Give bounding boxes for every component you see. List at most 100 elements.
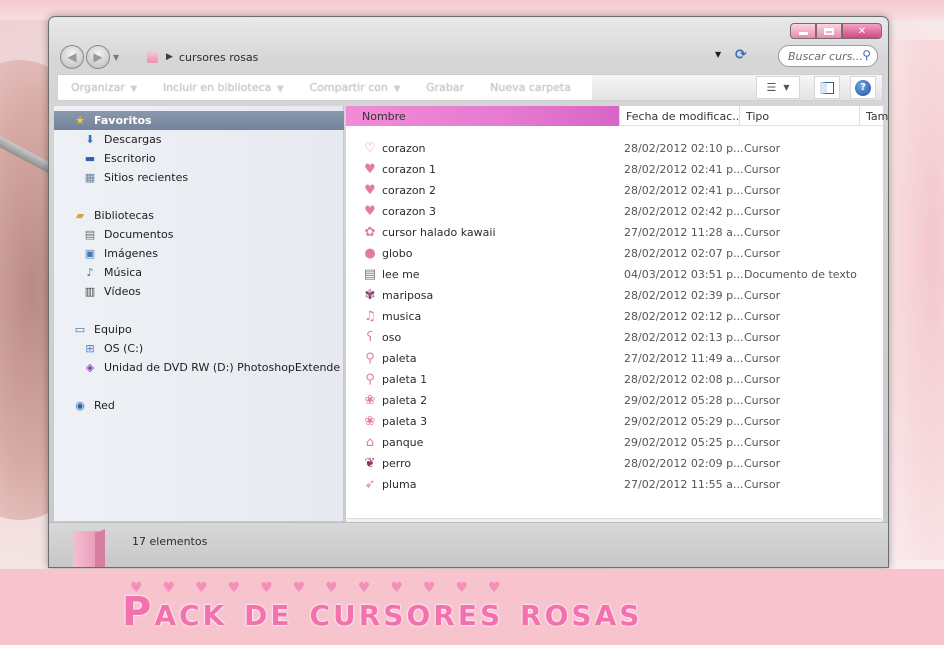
file-date: 27/02/2012 11:28 a... <box>624 226 744 239</box>
balloon-icon: ● <box>364 245 376 261</box>
breadcrumb-current[interactable]: cursores rosas <box>179 51 259 64</box>
close-button[interactable]: ✕ <box>842 23 882 39</box>
column-header-size[interactable]: Tam <box>859 106 888 126</box>
organize-label: Organizar <box>71 81 125 94</box>
preview-pane-icon <box>820 81 834 94</box>
lollipop-icon: ⚲ <box>365 371 375 387</box>
file-type: Cursor <box>744 415 781 428</box>
file-row[interactable]: ✾ mariposa 28/02/2012 02:39 p... Cursor <box>346 284 883 305</box>
file-row[interactable]: ➶ pluma 27/02/2012 11:55 a... Cursor <box>346 473 883 494</box>
file-row[interactable]: ♥ corazon 3 28/02/2012 02:42 p... Cursor <box>346 200 883 221</box>
file-row[interactable]: ● globo 28/02/2012 02:07 p... Cursor <box>346 242 883 263</box>
lollipop-icon: ⚲ <box>365 350 375 366</box>
candy-icon: ❀ <box>364 392 376 408</box>
file-row[interactable]: ♫ musica 28/02/2012 02:12 p... Cursor <box>346 305 883 326</box>
file-row[interactable]: ♥ corazon 1 28/02/2012 02:41 p... Cursor <box>346 158 883 179</box>
heart-outline-icon: ♡ <box>364 140 376 156</box>
file-name-cell[interactable]: ♥ corazon 1 <box>362 161 436 177</box>
file-date: 29/02/2012 05:28 p... <box>624 394 744 407</box>
file-name: corazon <box>382 141 426 155</box>
nav-item-label: OS (C:) <box>104 342 144 355</box>
downloads-icon: ⬇ <box>85 133 95 146</box>
maximize-button[interactable] <box>816 23 842 39</box>
nav-item-os-c[interactable]: ⊞ OS (C:) <box>54 339 143 358</box>
nav-libraries[interactable]: ▰ Bibliotecas <box>54 206 154 225</box>
nav-item-label: Documentos <box>104 228 174 241</box>
column-header-type[interactable]: Tipo <box>739 106 859 126</box>
file-name: cursor halado kawaii <box>382 225 496 239</box>
file-row[interactable]: ✿ cursor halado kawaii 27/02/2012 11:28 a.… <box>346 221 883 242</box>
nav-network[interactable]: ◉ Red <box>54 396 115 415</box>
file-row[interactable]: ❀ paleta 3 29/02/2012 05:29 p... Cursor <box>346 410 883 431</box>
file-row[interactable]: ⚲ paleta 1 28/02/2012 02:08 p... Cursor <box>346 368 883 389</box>
burn-button[interactable]: Grabar <box>413 81 477 94</box>
file-name-cell[interactable]: ⚲ paleta <box>362 350 416 366</box>
include-in-library-button[interactable]: Incluir en biblioteca ▼ <box>150 81 297 94</box>
refresh-icon[interactable]: ⟳ <box>735 47 747 63</box>
nav-item-imagenes[interactable]: ▣ Imágenes <box>54 244 158 263</box>
file-name-cell[interactable]: ❀ paleta 3 <box>362 413 428 429</box>
nav-item-musica[interactable]: ♪ Música <box>54 263 142 282</box>
address-dropdown-chevron-icon[interactable]: ▼ <box>715 50 721 59</box>
file-name-cell[interactable]: ʕ oso <box>362 329 402 345</box>
file-name: paleta 2 <box>382 393 428 407</box>
nav-computer[interactable]: ▭ Equipo <box>54 320 132 339</box>
breadcrumb[interactable]: ▶ cursores rosas <box>137 46 749 68</box>
nav-item-documentos[interactable]: ▤ Documentos <box>54 225 174 244</box>
recent-pages-chevron-icon[interactable]: ▼ <box>113 53 119 62</box>
forward-button[interactable]: ▶ <box>86 45 110 69</box>
organize-button[interactable]: Organizar ▼ <box>58 81 150 94</box>
breadcrumb-separator-icon[interactable]: ▶ <box>166 52 173 62</box>
file-name-cell[interactable]: ✾ mariposa <box>362 287 434 303</box>
file-row[interactable]: ⌂ panque 29/02/2012 05:25 p... Cursor <box>346 431 883 452</box>
file-date: 28/02/2012 02:07 p... <box>624 247 744 260</box>
network-icon: ◉ <box>75 399 85 412</box>
back-button[interactable]: ◀ <box>60 45 84 69</box>
file-name-cell[interactable]: ➶ pluma <box>362 476 417 492</box>
file-name-cell[interactable]: ⌂ panque <box>362 434 424 450</box>
file-name-cell[interactable]: ✿ cursor halado kawaii <box>362 224 496 240</box>
file-name-cell[interactable]: ● globo <box>362 245 412 261</box>
file-name-cell[interactable]: ♥ corazon 3 <box>362 203 436 219</box>
folder-icon <box>73 531 103 567</box>
nav-item-sitios-recientes[interactable]: ▦ Sitios recientes <box>54 168 188 187</box>
help-button[interactable]: ? <box>850 76 876 99</box>
file-name: corazon 3 <box>382 204 437 218</box>
file-row[interactable]: ʕ oso 28/02/2012 02:13 p... Cursor <box>346 326 883 347</box>
file-name-cell[interactable]: ⚲ paleta 1 <box>362 371 427 387</box>
nav-item-videos[interactable]: ▥ Vídeos <box>54 282 141 301</box>
file-row[interactable]: ⚲ paleta 27/02/2012 11:49 a... Cursor <box>346 347 883 368</box>
nav-favorites[interactable]: ★ Favoritos <box>54 111 344 130</box>
navigation-pane: ★ Favoritos ⬇ Descargas ▬ Escritorio ▦ Sitio… <box>54 106 344 521</box>
text-document-icon: ▤ <box>363 266 377 282</box>
file-row[interactable]: ❦ perro 28/02/2012 02:09 p... Cursor <box>346 452 883 473</box>
file-name-cell[interactable]: ❦ perro <box>362 455 412 471</box>
file-name-cell[interactable]: ▤ lee me <box>362 266 420 282</box>
nav-item-escritorio[interactable]: ▬ Escritorio <box>54 149 156 168</box>
file-name-cell[interactable]: ❀ paleta 2 <box>362 392 428 408</box>
column-header-name[interactable]: Nombre <box>346 106 619 126</box>
change-view-button[interactable]: ☰ ▼ <box>756 76 800 99</box>
desktop-icon: ▬ <box>84 152 96 165</box>
nav-item-descargas[interactable]: ⬇ Descargas <box>54 130 161 149</box>
toolbar-commands: Organizar ▼ Incluir en biblioteca ▼ Compar… <box>58 75 592 100</box>
file-row[interactable]: ❀ paleta 2 29/02/2012 05:28 p... Cursor <box>346 389 883 410</box>
file-name: perro <box>382 456 412 470</box>
file-name-cell[interactable]: ♥ corazon 2 <box>362 182 436 198</box>
file-name-cell[interactable]: ♫ musica <box>362 308 421 324</box>
column-header-date[interactable]: Fecha de modificac... <box>619 106 739 126</box>
share-with-button[interactable]: Compartir con ▼ <box>296 81 413 94</box>
nav-item-dvd-drive[interactable]: ◈ Unidad de DVD RW (D:) PhotoshopExtende <box>54 358 340 377</box>
file-row[interactable]: ▤ lee me 04/03/2012 03:51 p... Documento de… <box>346 263 883 284</box>
file-date: 28/02/2012 02:41 p... <box>624 163 744 176</box>
search-input[interactable]: Buscar curs... ⚲ <box>778 45 878 67</box>
file-row[interactable]: ♥ corazon 2 28/02/2012 02:41 p... Cursor <box>346 179 883 200</box>
file-row[interactable]: ♡ corazon 28/02/2012 02:10 p... Cursor <box>346 137 883 158</box>
navigation-buttons: ◀ ▶ ▼ <box>60 45 119 69</box>
preview-pane-button[interactable] <box>814 76 840 99</box>
file-date: 28/02/2012 02:41 p... <box>624 184 744 197</box>
file-name-cell[interactable]: ♡ corazon <box>362 140 426 156</box>
search-icon[interactable]: ⚲ <box>862 48 871 62</box>
new-folder-button[interactable]: Nueva carpeta <box>477 81 584 94</box>
minimize-button[interactable] <box>790 23 816 39</box>
